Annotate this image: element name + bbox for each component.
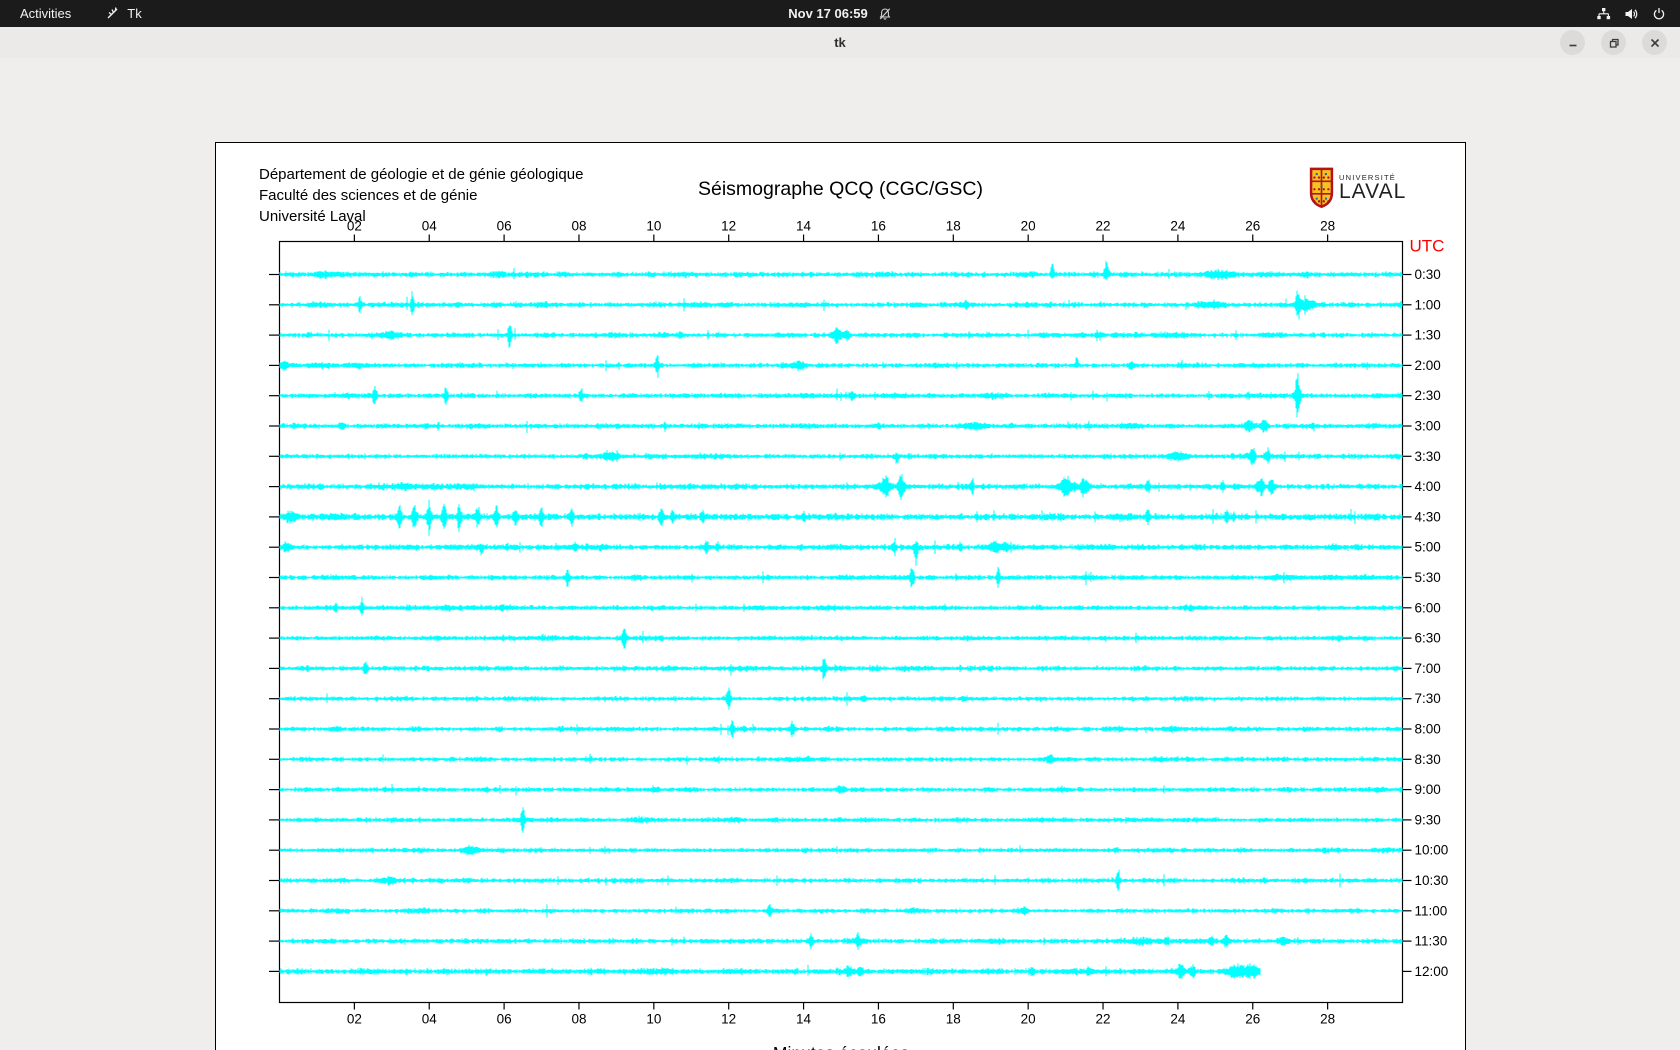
x-tick-label-bottom: 08 <box>571 1012 586 1027</box>
utc-label: UTC <box>1410 237 1445 256</box>
power-icon <box>1652 7 1666 21</box>
minimize-icon <box>1569 44 1576 46</box>
x-tick-label-top: 22 <box>1096 219 1111 234</box>
seismogram-trace-1:30 <box>279 325 1403 348</box>
seismogram-trace-2:00 <box>279 355 1403 378</box>
time-label: 4:00 <box>1415 479 1441 494</box>
time-label: 0:30 <box>1415 267 1441 282</box>
clock-button[interactable]: Nov 17 06:59 <box>0 0 1680 27</box>
close-icon <box>1650 38 1659 47</box>
time-label: 4:30 <box>1415 509 1441 524</box>
window-titlebar[interactable]: tk <box>0 27 1680 59</box>
time-label: 9:30 <box>1415 812 1441 827</box>
time-label: 8:00 <box>1415 722 1441 737</box>
seismograph-canvas: Département de géologie et de génie géol… <box>215 142 1466 1050</box>
x-tick-label-bottom: 24 <box>1170 1012 1186 1027</box>
seismogram-trace-12:00 <box>279 963 1261 979</box>
x-tick-label-bottom: 28 <box>1320 1012 1335 1027</box>
x-tick-label-top: 16 <box>871 219 886 234</box>
x-tick-label-bottom: 22 <box>1096 1012 1111 1027</box>
time-label: 7:00 <box>1415 661 1441 676</box>
seismogram-trace-8:30 <box>279 753 1403 765</box>
time-label: 8:30 <box>1415 752 1441 767</box>
x-tick-label-bottom: 12 <box>721 1012 736 1027</box>
window-title: tk <box>834 35 846 50</box>
time-label: 12:00 <box>1415 964 1449 979</box>
time-label: 1:00 <box>1415 297 1441 312</box>
time-label: 10:00 <box>1415 843 1449 858</box>
x-tick-label-top: 28 <box>1320 219 1335 234</box>
gnome-top-bar: Activities Tk Nov 17 06:59 <box>0 0 1680 27</box>
x-tick-label-bottom: 06 <box>497 1012 512 1027</box>
tk-window-body: Département de géologie et de génie géol… <box>0 58 1680 1050</box>
seismogram-trace-3:30 <box>279 447 1403 466</box>
time-label: 11:00 <box>1415 903 1448 918</box>
time-label: 7:30 <box>1415 691 1441 706</box>
time-label: 6:00 <box>1415 600 1441 615</box>
seismogram-trace-5:00 <box>279 538 1403 566</box>
x-tick-label-bottom: 10 <box>646 1012 661 1027</box>
x-tick-label-top: 12 <box>721 219 736 234</box>
time-label: 11:30 <box>1415 934 1448 949</box>
notifications-disabled-icon <box>878 7 892 21</box>
x-tick-label-top: 14 <box>796 219 812 234</box>
system-status-area[interactable] <box>1596 0 1666 27</box>
network-icon <box>1596 7 1611 21</box>
x-tick-label-bottom: 14 <box>796 1012 812 1027</box>
seismogram-trace-4:30 <box>279 499 1403 536</box>
time-label: 3:00 <box>1415 419 1441 434</box>
volume-icon <box>1624 7 1639 21</box>
x-axis-title: Minutes écoulées <box>773 1043 909 1050</box>
seismogram-trace-6:30 <box>279 628 1403 649</box>
seismogram-trace-8:00 <box>279 720 1403 738</box>
close-button[interactable] <box>1642 30 1667 55</box>
x-tick-label-bottom: 20 <box>1021 1012 1036 1027</box>
x-tick-label-top: 02 <box>347 219 362 234</box>
seismogram-trace-11:00 <box>279 904 1403 918</box>
time-label: 3:30 <box>1415 449 1441 464</box>
seismogram-trace-4:00 <box>279 474 1403 500</box>
seismogram-trace-11:30 <box>279 932 1403 950</box>
minimize-button[interactable] <box>1560 30 1585 55</box>
time-label: 5:00 <box>1415 540 1441 555</box>
x-tick-label-bottom: 18 <box>946 1012 961 1027</box>
restore-button[interactable] <box>1601 30 1626 55</box>
time-label: 6:30 <box>1415 631 1441 646</box>
x-tick-label-top: 20 <box>1021 219 1036 234</box>
time-label: 10:30 <box>1415 873 1449 888</box>
seismogram-trace-1:00 <box>279 290 1403 320</box>
seismogram-plot: 02 02 04 04 06 06 08 08 10 10 12 12 14 14 16 16 18 18 20 20… <box>269 219 1449 1050</box>
x-tick-label-bottom: 02 <box>347 1012 362 1027</box>
x-tick-label-top: 06 <box>497 219 512 234</box>
seismogram-trace-2:30 <box>279 373 1403 418</box>
screen: Activities Tk Nov 17 06:59 tk Départemen… <box>0 0 1680 1050</box>
seismogram-trace-3:00 <box>279 419 1403 433</box>
seismogram-trace-0:30 <box>279 260 1403 281</box>
time-label: 2:00 <box>1415 358 1441 373</box>
time-label: 5:30 <box>1415 570 1441 585</box>
time-label: 1:30 <box>1415 328 1441 343</box>
seismogram-trace-9:30 <box>279 807 1403 833</box>
x-tick-label-top: 04 <box>422 219 438 234</box>
plot-border <box>278 240 1404 1004</box>
x-tick-label-bottom: 26 <box>1245 1012 1260 1027</box>
seismogram-trace-7:30 <box>279 687 1403 710</box>
x-tick-label-top: 26 <box>1245 219 1260 234</box>
x-tick-label-top: 08 <box>571 219 586 234</box>
seismogram-trace-6:00 <box>279 597 1403 616</box>
clock-text: Nov 17 06:59 <box>788 6 868 21</box>
seismogram-trace-5:30 <box>279 566 1403 588</box>
x-tick-label-top: 18 <box>946 219 961 234</box>
time-label: 2:30 <box>1415 388 1441 403</box>
time-label: 9:00 <box>1415 782 1441 797</box>
x-tick-label-top: 24 <box>1170 219 1186 234</box>
seismogram-trace-10:30 <box>279 869 1403 891</box>
x-tick-label-bottom: 16 <box>871 1012 886 1027</box>
restore-icon <box>1609 38 1619 48</box>
seismogram-trace-10:00 <box>279 844 1403 856</box>
x-tick-label-bottom: 04 <box>422 1012 438 1027</box>
seismogram-trace-9:00 <box>279 784 1403 796</box>
seismogram-trace-7:00 <box>279 658 1403 679</box>
x-tick-label-top: 10 <box>646 219 661 234</box>
